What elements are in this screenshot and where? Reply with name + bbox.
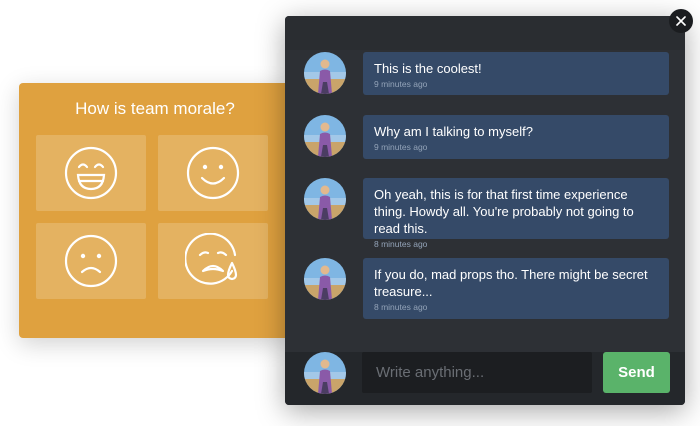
message-bubble: Oh yeah, this is for that first time exp… <box>363 178 669 249</box>
message-timestamp: 9 minutes ago <box>374 142 428 152</box>
close-icon <box>676 16 686 26</box>
poll-title: How is team morale? <box>75 99 235 118</box>
message-timestamp: 9 minutes ago <box>374 79 428 89</box>
user-avatar-icon <box>304 258 346 300</box>
message-bubble: Why am I talking to myself? 9 minutes ag… <box>363 115 669 159</box>
avatar <box>304 178 346 220</box>
avatar <box>304 115 346 157</box>
mood-option-frowning[interactable] <box>36 223 146 299</box>
current-user-avatar <box>304 352 346 394</box>
message-text: If you do, mad props tho. There might be… <box>374 267 648 299</box>
team-morale-poll: How is team morale? <box>19 83 291 338</box>
user-avatar-icon <box>304 115 346 157</box>
mood-option-grinning[interactable] <box>36 135 146 211</box>
composer: Send <box>285 352 685 405</box>
message-bubble: If you do, mad props tho. There might be… <box>363 258 669 319</box>
mood-option-smiling[interactable] <box>158 135 268 211</box>
chat-header <box>285 16 685 50</box>
message-text: Why am I talking to myself? <box>374 124 533 139</box>
message-text: This is the coolest! <box>374 61 482 76</box>
crying-face-icon <box>185 233 238 285</box>
avatar <box>304 258 346 300</box>
message-timestamp: 8 minutes ago <box>374 302 428 312</box>
message-input[interactable] <box>362 352 592 393</box>
message-list[interactable]: This is the coolest! 9 minutes ago Why a… <box>285 50 685 352</box>
user-avatar-icon <box>304 352 346 394</box>
user-avatar-icon <box>304 52 346 94</box>
send-button[interactable]: Send <box>603 352 670 393</box>
frowning-face-icon <box>64 234 118 288</box>
message-text: Oh yeah, this is for that first time exp… <box>374 187 634 236</box>
smiling-face-icon <box>186 146 240 200</box>
grinning-face-icon <box>64 146 118 200</box>
avatar <box>304 52 346 94</box>
mood-option-crying[interactable] <box>158 223 268 299</box>
close-button[interactable] <box>669 9 693 33</box>
user-avatar-icon <box>304 178 346 220</box>
chat-panel: This is the coolest! 9 minutes ago Why a… <box>285 16 685 405</box>
message-timestamp: 8 minutes ago <box>374 239 428 249</box>
message-bubble: This is the coolest! 9 minutes ago <box>363 52 669 95</box>
